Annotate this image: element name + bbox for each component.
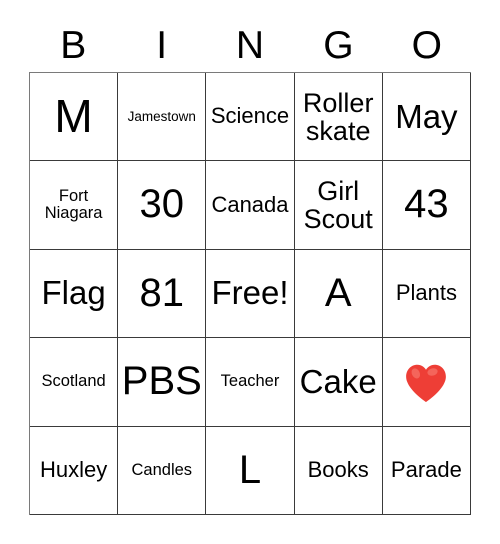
heart-icon (386, 361, 467, 403)
header-letter-g: G (323, 23, 354, 67)
bingo-cell-o1[interactable]: May (382, 73, 471, 162)
header-letter-o: O (411, 23, 442, 67)
bingo-cell-label: Jamestown (127, 108, 196, 124)
bingo-cell-label: Teacher (220, 372, 280, 391)
bingo-cell-g4[interactable]: Cake (294, 338, 383, 427)
bingo-cell-g3[interactable]: A (294, 249, 383, 339)
bingo-cell-o4[interactable] (382, 338, 471, 427)
header-letter-b: B (60, 23, 87, 67)
bingo-cell-b2[interactable]: Fort Niagara (30, 161, 119, 250)
bingo-cell-b1[interactable]: M (30, 73, 119, 162)
bingo-cell-label: Cake (299, 362, 377, 400)
bingo-cell-o5[interactable]: Parade (382, 426, 471, 515)
bingo-card: B I N G O M Jamestown Science Roller skate M… (0, 0, 500, 544)
bingo-cell-label: PBS (121, 359, 202, 404)
bingo-cell-b4[interactable]: Scotland (30, 338, 119, 427)
bingo-cell-g2[interactable]: Girl Scout (294, 161, 383, 250)
bingo-header: B I N G O (29, 18, 471, 72)
bingo-cell-label: Science (210, 103, 290, 129)
bingo-cell-label: 81 (139, 270, 185, 315)
bingo-cell-label: A (324, 270, 352, 315)
bingo-cell-b5[interactable]: Huxley (30, 426, 119, 515)
bingo-cell-label: L (238, 447, 262, 492)
bingo-cell-i1[interactable]: Jamestown (118, 73, 207, 162)
bingo-grid: M Jamestown Science Roller skate May Fort Nia… (29, 72, 471, 515)
bingo-cell-n1[interactable]: Science (206, 73, 295, 162)
bingo-cell-n2[interactable]: Canada (206, 161, 295, 250)
bingo-cell-label: M (54, 89, 93, 142)
bingo-cell-n4[interactable]: Teacher (206, 338, 295, 427)
bingo-cell-label: Canada (211, 191, 289, 217)
bingo-cell-label: 43 (404, 182, 449, 227)
bingo-cell-n3[interactable]: Free! (206, 249, 295, 339)
bingo-cell-label: Roller skate (302, 87, 374, 146)
bingo-cell-label: Huxley (39, 456, 108, 482)
bingo-cell-label: 30 (139, 182, 185, 227)
header-letter-n: N (235, 23, 265, 67)
bingo-cell-o2[interactable]: 43 (382, 161, 471, 250)
bingo-cell-o3[interactable]: Plants (382, 249, 471, 339)
bingo-cell-label: Parade (390, 456, 462, 482)
bingo-cell-g1[interactable]: Roller skate (294, 73, 383, 162)
bingo-cell-label: May (395, 97, 458, 135)
bingo-cell-label: Flag (41, 274, 106, 312)
bingo-cell-i5[interactable]: Candles (118, 426, 207, 515)
bingo-cell-n5[interactable]: L (206, 426, 295, 515)
bingo-cell-label: Free! (211, 274, 289, 312)
header-letter-i: I (156, 23, 168, 67)
bingo-cell-g5[interactable]: Books (294, 426, 383, 515)
bingo-cell-label: Plants (395, 280, 457, 306)
bingo-cell-label: Fort Niagara (44, 186, 103, 223)
bingo-cell-label: Girl Scout (303, 176, 373, 235)
bingo-cell-i4[interactable]: PBS (118, 338, 207, 427)
bingo-cell-label: Candles (131, 460, 193, 479)
bingo-cell-b3[interactable]: Flag (30, 249, 119, 339)
bingo-cell-i3[interactable]: 81 (118, 249, 207, 339)
bingo-cell-i2[interactable]: 30 (118, 161, 207, 250)
bingo-cell-label: Books (307, 456, 369, 482)
bingo-cell-label: Scotland (41, 372, 106, 391)
